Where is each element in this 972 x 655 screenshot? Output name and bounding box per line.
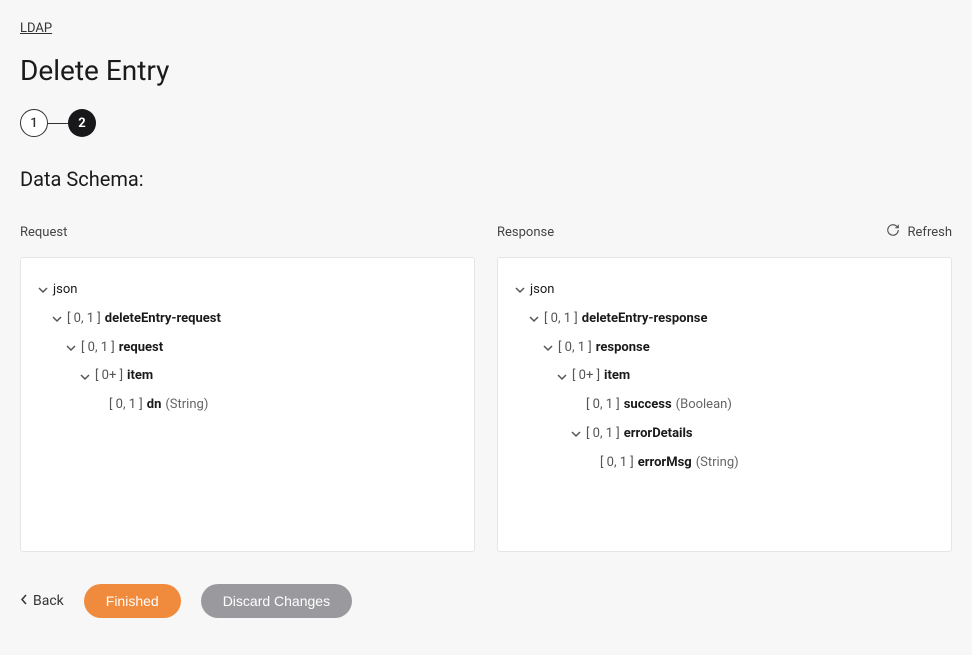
tree-node-dn[interactable]: [ 0, 1 ] dn (String) bbox=[93, 391, 458, 420]
refresh-icon bbox=[886, 223, 900, 241]
refresh-button[interactable]: Refresh bbox=[886, 223, 952, 241]
cardinality: [ 0, 1 ] bbox=[81, 338, 115, 359]
cardinality: [ 0+ ] bbox=[572, 366, 600, 387]
chevron-down-icon bbox=[37, 285, 49, 295]
node-label: response bbox=[596, 338, 650, 359]
request-schema-box: json [ 0, 1 ] deleteEntry-request [ 0, 1… bbox=[20, 257, 475, 552]
breadcrumb-ldap[interactable]: LDAP bbox=[20, 21, 52, 36]
cardinality: [ 0, 1 ] bbox=[558, 338, 592, 359]
request-column: Request json [ 0, 1 ] deleteEntry-reques… bbox=[20, 221, 475, 552]
cardinality: [ 0, 1 ] bbox=[67, 309, 101, 330]
tree-node-success[interactable]: [ 0, 1 ] success (Boolean) bbox=[570, 391, 935, 420]
chevron-down-icon bbox=[65, 343, 77, 353]
node-type: (Boolean) bbox=[676, 395, 732, 416]
tree-node-request[interactable]: [ 0, 1 ] request bbox=[65, 334, 458, 363]
node-label: request bbox=[119, 338, 163, 359]
response-schema-box: json [ 0, 1 ] deleteEntry-response [ 0, … bbox=[497, 257, 952, 552]
tree-node-deleteentry-request[interactable]: [ 0, 1 ] deleteEntry-request bbox=[51, 305, 458, 334]
chevron-down-icon bbox=[542, 343, 554, 353]
cardinality: [ 0, 1 ] bbox=[544, 309, 578, 330]
chevron-down-icon bbox=[51, 314, 63, 324]
chevron-down-icon bbox=[570, 429, 582, 439]
back-button[interactable]: Back bbox=[20, 593, 64, 609]
chevron-down-icon bbox=[528, 314, 540, 324]
node-label: deleteEntry-response bbox=[582, 309, 708, 330]
response-label: Response bbox=[497, 225, 554, 240]
request-label: Request bbox=[20, 225, 67, 240]
cardinality: [ 0, 1 ] bbox=[600, 453, 634, 474]
tree-node-errormsg[interactable]: [ 0, 1 ] errorMsg (String) bbox=[584, 449, 935, 478]
section-title-data-schema: Data Schema: bbox=[20, 167, 952, 191]
page-title: Delete Entry bbox=[20, 54, 952, 87]
node-label: item bbox=[604, 366, 630, 387]
node-label: item bbox=[127, 366, 153, 387]
tree-node-item[interactable]: [ 0+ ] item bbox=[79, 362, 458, 391]
node-label: json bbox=[53, 280, 77, 301]
back-label: Back bbox=[33, 593, 64, 609]
node-label: deleteEntry-request bbox=[105, 309, 221, 330]
tree-node-json[interactable]: json bbox=[514, 276, 935, 305]
refresh-label: Refresh bbox=[908, 225, 952, 240]
stepper: 1 2 bbox=[20, 109, 952, 137]
tree-node-errordetails[interactable]: [ 0, 1 ] errorDetails bbox=[570, 420, 935, 449]
node-type: (String) bbox=[696, 453, 739, 474]
node-label: dn bbox=[147, 395, 162, 416]
chevron-down-icon bbox=[514, 285, 526, 295]
node-label: errorDetails bbox=[624, 424, 693, 445]
response-column: Response Refresh json [ 0, 1 ] bbox=[497, 221, 952, 552]
node-type: (String) bbox=[165, 395, 208, 416]
step-1[interactable]: 1 bbox=[20, 109, 48, 137]
tree-node-response[interactable]: [ 0, 1 ] response bbox=[542, 334, 935, 363]
cardinality: [ 0, 1 ] bbox=[586, 424, 620, 445]
tree-node-json[interactable]: json bbox=[37, 276, 458, 305]
tree-node-deleteentry-response[interactable]: [ 0, 1 ] deleteEntry-response bbox=[528, 305, 935, 334]
step-2[interactable]: 2 bbox=[68, 109, 96, 137]
chevron-down-icon bbox=[79, 372, 91, 382]
cardinality: [ 0, 1 ] bbox=[586, 395, 620, 416]
discard-changes-button[interactable]: Discard Changes bbox=[201, 584, 352, 618]
step-connector bbox=[48, 123, 68, 124]
chevron-down-icon bbox=[556, 372, 568, 382]
cardinality: [ 0+ ] bbox=[95, 366, 123, 387]
cardinality: [ 0, 1 ] bbox=[109, 395, 143, 416]
node-label: errorMsg bbox=[638, 453, 692, 474]
chevron-left-icon bbox=[20, 593, 27, 609]
tree-node-item[interactable]: [ 0+ ] item bbox=[556, 362, 935, 391]
finished-button[interactable]: Finished bbox=[84, 584, 181, 618]
node-label: success bbox=[624, 395, 672, 416]
node-label: json bbox=[530, 280, 554, 301]
